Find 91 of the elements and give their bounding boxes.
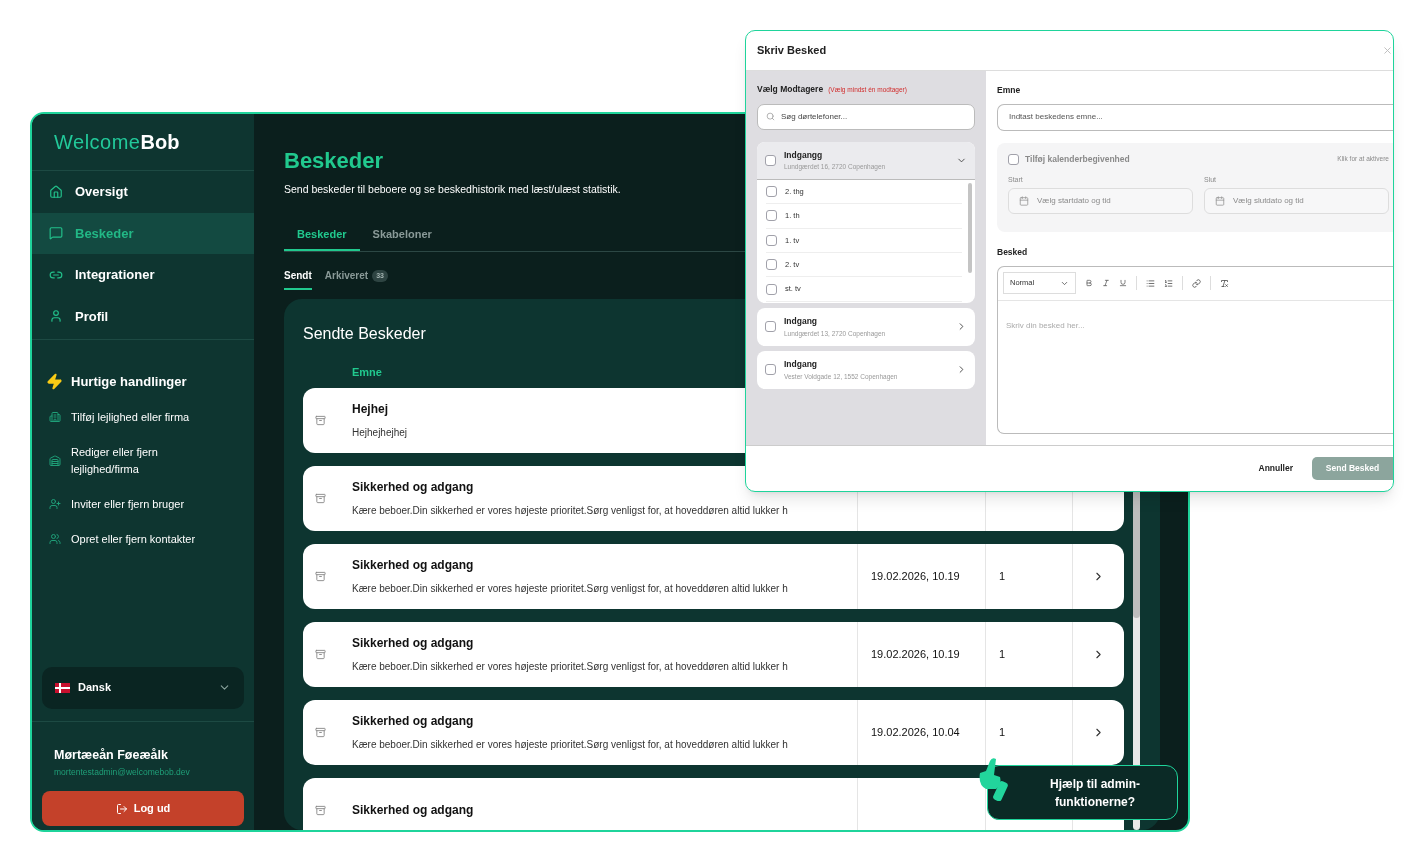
help-tooltip[interactable]: Hjælp til admin-funktionerne? xyxy=(987,765,1178,820)
checkbox[interactable] xyxy=(765,364,776,376)
checkbox[interactable] xyxy=(766,234,777,246)
quick-action-item[interactable]: Opret eller fjern kontakter xyxy=(32,521,254,557)
archive-icon xyxy=(315,570,326,582)
nav-item[interactable]: Oversigt xyxy=(32,171,254,213)
user-email: mortentestadmin@welcomebob.dev xyxy=(54,766,191,779)
danish-flag-icon xyxy=(55,682,70,693)
user-name: Mørtæeån Føeæålk xyxy=(54,746,169,764)
calendar-icon xyxy=(1215,196,1225,206)
scrollbar-thumb[interactable] xyxy=(968,182,972,273)
message-preview: Kære beboer.Din sikkerhed er vores højeste prioritet.Sørg venligst for, at hoveddøren altid lukker h xyxy=(352,660,789,675)
message-date: 19.02.2026, 10.04 xyxy=(871,725,960,740)
message-date: 19.02.2026, 10.19 xyxy=(871,569,960,584)
nav-icon xyxy=(49,226,63,241)
checkbox[interactable] xyxy=(766,210,777,222)
quick-action-item[interactable]: Inviter eller fjern bruger xyxy=(32,486,254,522)
message-row[interactable]: Sikkerhed og adgang Kære beboer.Din sikkerhed er vores højeste prioritet.Sørg venligst for, at hoveddøren altid lukker h 19.02.2026, 10.19 1 xyxy=(303,621,1124,687)
group-name: Indgang xyxy=(784,315,819,328)
nav-item[interactable]: Profil xyxy=(32,295,254,337)
calendar-icon xyxy=(1019,196,1029,206)
message-preview: Hejhejhejhej xyxy=(352,426,409,441)
close-icon xyxy=(1382,45,1393,56)
archive-icon xyxy=(315,414,326,426)
group-name: Indgangg xyxy=(784,148,824,162)
read-count: 1 xyxy=(999,725,1006,740)
card-title: Sendte Beskeder xyxy=(303,324,426,345)
read-count: 1 xyxy=(999,647,1006,662)
bullet-list-icon[interactable] xyxy=(1146,278,1155,288)
nav-icon xyxy=(49,184,63,199)
checkbox[interactable] xyxy=(766,283,777,295)
archive-icon xyxy=(315,648,326,660)
message-subject: Sikkerhed og adgang xyxy=(352,635,475,653)
page-title: Beskeder xyxy=(284,148,384,174)
tab[interactable]: Beskeder xyxy=(284,225,360,252)
quick-action-item[interactable]: Rediger eller fjern lejlighed/firma xyxy=(32,434,254,487)
search-field[interactable]: Søg dørtelefoner... xyxy=(757,103,975,130)
archive-icon xyxy=(315,492,326,504)
action-icon xyxy=(49,411,61,423)
recipients-label: Vælg Modtagere xyxy=(757,83,824,96)
subtab[interactable]: Sendt xyxy=(284,268,312,291)
message-subject: Sikkerhed og adgang xyxy=(352,802,475,820)
search-icon xyxy=(766,112,775,122)
logout-button[interactable]: Log ud xyxy=(42,791,244,826)
calendar-label: Tilføj kalenderbegivenhed xyxy=(1025,152,1131,166)
message-preview: Kære beboer.Din sikkerhed er vores højeste prioritet.Sørg venligst for, at hoveddøren altid lukker h xyxy=(352,504,789,519)
cancel-button[interactable]: Annuller xyxy=(1258,462,1293,475)
archive-icon xyxy=(315,726,326,738)
subject-label: Emne xyxy=(997,84,1022,97)
italic-icon[interactable] xyxy=(1102,279,1110,287)
lightning-icon xyxy=(46,373,63,391)
nav-icon xyxy=(49,309,63,324)
language-select[interactable]: Dansk xyxy=(42,666,244,709)
quick-action-item[interactable]: Tilføj lejlighed eller firma xyxy=(32,399,254,435)
column-header: Emne xyxy=(352,365,382,381)
message-row[interactable]: Sikkerhed og adgang Kære beboer.Din sikkerhed er vores højeste prioritet.Sørg venligst for, at hoveddøren altid lukker h 19.02.2026, 10.04 1 xyxy=(303,699,1124,765)
nav-item[interactable]: Beskeder xyxy=(32,212,254,254)
underline-icon[interactable] xyxy=(1119,279,1127,287)
checkbox[interactable] xyxy=(766,259,777,271)
checkbox[interactable] xyxy=(765,154,776,166)
archive-icon xyxy=(315,804,326,816)
link-icon[interactable] xyxy=(1192,278,1201,288)
subject-field[interactable]: Indtast beskedens emne... xyxy=(997,103,1393,131)
page-description: Send beskeder til beboere og se beskedhistorik med læst/ulæst statistik. xyxy=(284,182,621,197)
checkbox[interactable] xyxy=(766,185,777,197)
bold-icon[interactable] xyxy=(1085,279,1093,287)
read-count: 1 xyxy=(999,569,1006,584)
message-subject: Hejhej xyxy=(352,401,389,419)
action-icon xyxy=(49,454,61,467)
section-heading: Hurtige handlinger xyxy=(71,373,187,391)
message-placeholder: Skriv din besked her... xyxy=(1006,320,1085,330)
message-subject: Sikkerhed og adgang xyxy=(352,479,475,497)
message-preview: Kære beboer.Din sikkerhed er vores højeste prioritet.Sørg venligst for, at hoveddøren altid lukker h xyxy=(352,582,789,597)
clear-format-icon[interactable] xyxy=(1220,278,1229,288)
numbered-list-icon[interactable] xyxy=(1164,278,1173,288)
logo-light-text: Welcome xyxy=(54,130,141,155)
action-icon xyxy=(49,498,61,510)
tab[interactable]: Skabeloner xyxy=(359,225,445,252)
checkbox[interactable] xyxy=(765,321,776,333)
logout-icon xyxy=(115,802,128,815)
logo-bold-text: Bob xyxy=(140,130,180,155)
nav-item[interactable]: Integrationer xyxy=(32,254,254,296)
dialog-title: Skriv Besked xyxy=(757,43,827,59)
action-icon xyxy=(49,533,61,545)
message-label: Besked xyxy=(997,245,1029,259)
message-date: 19.02.2026, 10.19 xyxy=(871,647,960,662)
message-subject: Sikkerhed og adgang xyxy=(352,713,475,731)
message-row[interactable]: Sikkerhed og adgang Kære beboer.Din sikkerhed er vores højeste prioritet.Sørg venligst for, at hoveddøren altid lukker h 19.02.2026, 10.19 1 xyxy=(303,543,1124,609)
message-subject: Sikkerhed og adgang xyxy=(352,557,475,575)
message-preview: Kære beboer.Din sikkerhed er vores højeste prioritet.Sørg venligst for, at hoveddøren altid lukker h xyxy=(352,738,789,753)
group-name: Indgang xyxy=(784,358,819,371)
